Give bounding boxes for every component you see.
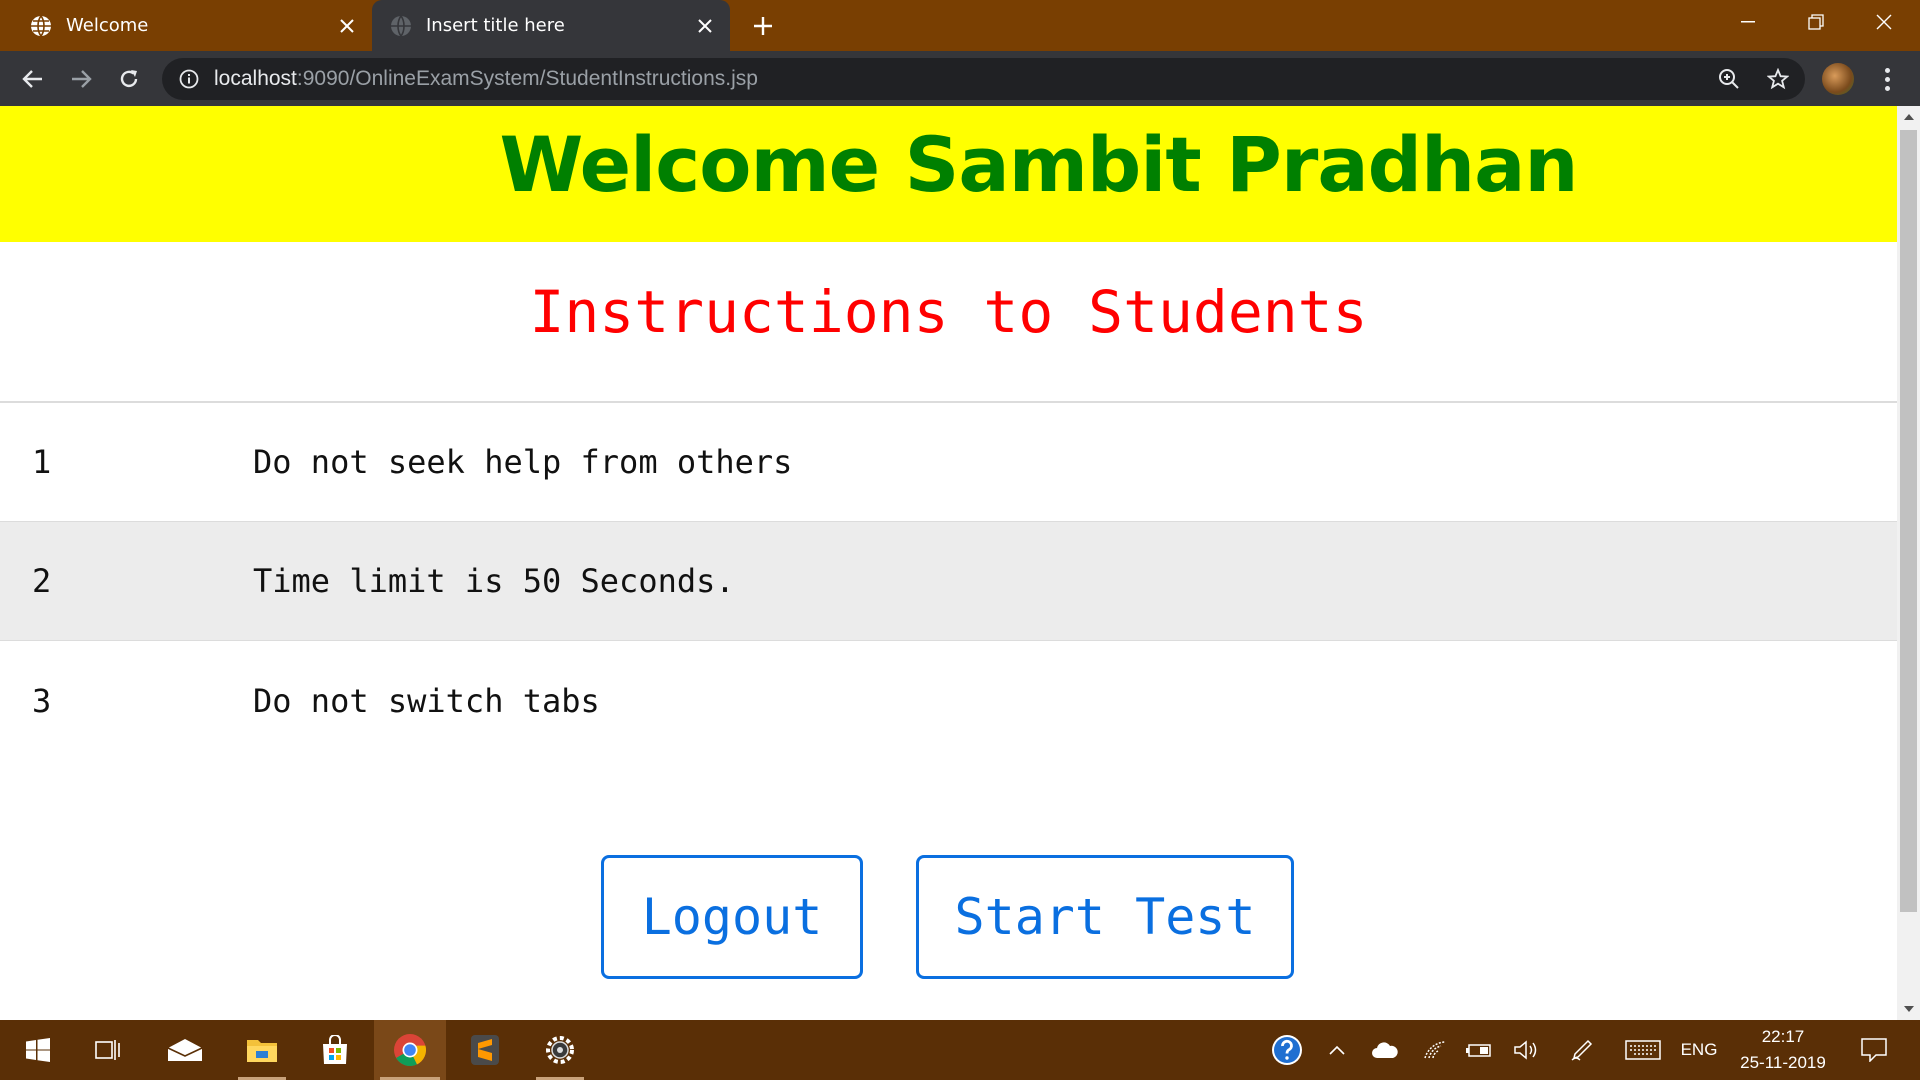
- instruction-text: Time limit is 50 Seconds.: [253, 562, 735, 600]
- close-icon[interactable]: [690, 11, 720, 41]
- url-text: localhost:9090/OnlineExamSystem/StudentI…: [214, 67, 758, 91]
- page-viewport: Welcome Sambit Pradhan Instructions to S…: [0, 106, 1897, 1020]
- instruction-number: 1: [32, 443, 52, 481]
- restore-button[interactable]: [1782, 0, 1850, 44]
- sublime-text-icon[interactable]: [455, 1020, 515, 1080]
- battery-icon[interactable]: [1463, 1020, 1497, 1080]
- windows-start-icon[interactable]: [14, 1020, 62, 1080]
- notification-center-icon[interactable]: [1852, 1020, 1896, 1080]
- volume-icon[interactable]: [1508, 1020, 1544, 1080]
- instruction-text: Do not switch tabs: [253, 681, 600, 720]
- table-row: 2 Time limit is 50 Seconds.: [0, 522, 1897, 641]
- scroll-thumb[interactable]: [1900, 130, 1917, 912]
- address-bar[interactable]: localhost:9090/OnlineExamSystem/StudentI…: [162, 58, 1805, 100]
- logout-button[interactable]: Logout: [601, 855, 863, 979]
- clock-date: 25-11-2019: [1740, 1053, 1826, 1072]
- bookmark-star-icon[interactable]: [1759, 60, 1797, 98]
- pen-ink-icon[interactable]: [1564, 1020, 1600, 1080]
- close-window-button[interactable]: [1850, 0, 1918, 44]
- chrome-icon[interactable]: [374, 1020, 446, 1080]
- help-icon[interactable]: [1268, 1020, 1306, 1080]
- task-view-icon[interactable]: [84, 1020, 132, 1080]
- scroll-down-arrow-icon[interactable]: [1897, 998, 1920, 1020]
- keyboard-icon[interactable]: [1620, 1020, 1666, 1080]
- scroll-up-arrow-icon[interactable]: [1897, 106, 1920, 128]
- instruction-number: 3: [32, 681, 52, 720]
- mail-icon[interactable]: [159, 1020, 211, 1080]
- onedrive-cloud-icon[interactable]: [1367, 1020, 1403, 1080]
- globe-icon: [30, 15, 52, 37]
- instruction-number: 2: [32, 562, 52, 600]
- table-row: 1 Do not seek help from others: [0, 403, 1897, 522]
- tab-strip: Welcome Insert title here: [0, 0, 1920, 51]
- minimize-button[interactable]: [1714, 0, 1782, 44]
- page-scrollbar[interactable]: [1897, 106, 1920, 1020]
- store-icon[interactable]: [305, 1020, 365, 1080]
- instructions-title: Instructions to Students: [529, 278, 1368, 346]
- language-text: ENG: [1680, 1040, 1718, 1059]
- new-tab-button[interactable]: [745, 8, 781, 44]
- url-path: :9090/OnlineExamSystem/StudentInstructio…: [296, 67, 758, 90]
- forward-button[interactable]: [62, 60, 100, 98]
- settings-gear-icon[interactable]: [530, 1020, 590, 1080]
- instruction-text: Do not seek help from others: [253, 443, 793, 481]
- file-explorer-icon[interactable]: [232, 1020, 292, 1080]
- tab-welcome[interactable]: Welcome: [0, 0, 372, 51]
- tab-insert-title[interactable]: Insert title here: [372, 0, 730, 51]
- back-button[interactable]: [14, 60, 52, 98]
- start-test-button[interactable]: Start Test: [916, 855, 1294, 979]
- reload-button[interactable]: [110, 60, 148, 98]
- url-host: localhost: [214, 67, 297, 90]
- profile-avatar[interactable]: [1822, 63, 1854, 95]
- menu-dots-icon[interactable]: [1872, 60, 1902, 98]
- tab-title: Insert title here: [426, 15, 565, 36]
- zoom-icon[interactable]: [1710, 60, 1748, 98]
- language-indicator[interactable]: ENG: [1676, 1020, 1722, 1080]
- system-clock[interactable]: 22:17 25-11-2019: [1733, 1024, 1833, 1076]
- welcome-banner: Welcome Sambit Pradhan: [0, 106, 1897, 242]
- clock-time: 22:17: [1761, 1027, 1805, 1046]
- globe-icon: [390, 15, 412, 37]
- windows-taskbar: ENG 22:17 25-11-2019: [0, 1020, 1920, 1080]
- wifi-icon[interactable]: [1418, 1020, 1452, 1080]
- table-row: 3 Do not switch tabs: [0, 641, 1897, 760]
- browser-toolbar: localhost:9090/OnlineExamSystem/StudentI…: [0, 51, 1920, 106]
- welcome-heading: Welcome Sambit Pradhan: [499, 120, 1579, 209]
- info-icon[interactable]: [178, 68, 200, 90]
- tab-title: Welcome: [66, 15, 149, 36]
- instructions-table: 1 Do not seek help from others 2 Time li…: [0, 401, 1897, 760]
- chevron-up-icon[interactable]: [1322, 1020, 1352, 1080]
- close-icon[interactable]: [332, 11, 362, 41]
